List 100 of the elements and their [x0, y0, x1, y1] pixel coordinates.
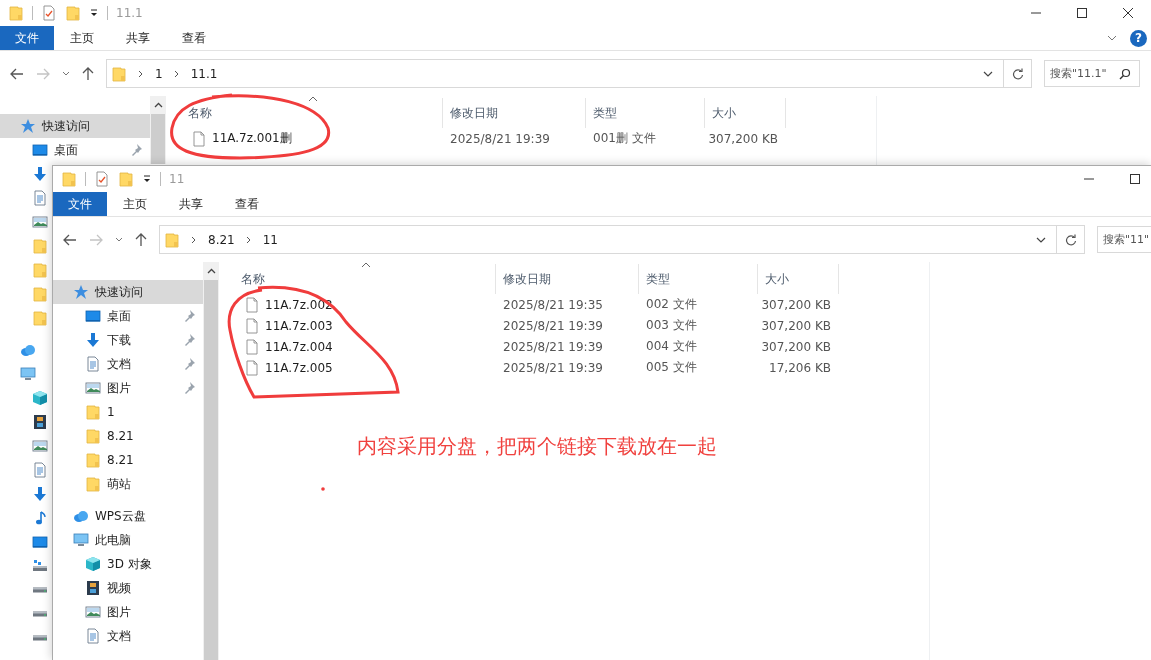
column-header[interactable]: 大小: [765, 270, 789, 288]
ribbon-tab[interactable]: 共享: [110, 26, 166, 50]
scroll-up-icon[interactable]: [206, 268, 216, 274]
breadcrumb[interactable]: 8.21: [208, 232, 235, 247]
dropdown-icon[interactable]: [89, 8, 99, 18]
sidebar-item[interactable]: 桌面: [53, 304, 203, 328]
column-header[interactable]: 类型: [593, 104, 617, 122]
folder-icon: [85, 404, 101, 420]
close-icon[interactable]: [1122, 7, 1134, 19]
column-header[interactable]: 类型: [646, 270, 670, 288]
folder-icon: [32, 286, 48, 302]
sidebar-item[interactable]: WPS云盘: [53, 504, 203, 528]
drive-icon: [32, 611, 48, 617]
type-cell-text: 003 文件: [645, 317, 698, 334]
sidebar-item[interactable]: 图片: [53, 376, 203, 400]
back-arrow-icon[interactable]: [63, 233, 77, 246]
folder-icon: [164, 231, 180, 248]
sidebar-item[interactable]: 此电脑: [53, 528, 203, 552]
window-title: 11: [169, 172, 185, 186]
sidebar-item[interactable]: 桌面: [0, 138, 150, 162]
sidebar-item[interactable]: 萌站: [53, 472, 203, 496]
sidebar-item[interactable]: 文档: [53, 624, 203, 648]
maximize-icon[interactable]: [1129, 173, 1141, 185]
ribbon-tab[interactable]: 文件: [53, 192, 107, 216]
dropdown-icon[interactable]: [142, 174, 152, 184]
scrollbar[interactable]: [150, 96, 166, 164]
column-header[interactable]: 名称: [188, 104, 212, 122]
file-icon: [244, 296, 260, 313]
breadcrumb[interactable]: 1: [155, 66, 163, 81]
down-arrow-icon: [32, 486, 48, 502]
folder-icon: [111, 65, 127, 82]
cube-icon: [32, 390, 48, 406]
sidebar-item[interactable]: 快速访问: [53, 280, 203, 304]
type-cell-text: 001删 文件: [592, 130, 657, 147]
sort-icon[interactable]: [308, 96, 318, 102]
refresh-icon[interactable]: [1011, 67, 1024, 80]
network-drive-icon: [32, 558, 48, 574]
refresh-icon[interactable]: [1064, 233, 1077, 246]
sidebar-item[interactable]: 快速访问: [0, 114, 150, 138]
date-cell-text: 2025/8/21 19:39: [502, 360, 604, 375]
ribbon-tab[interactable]: 主页: [54, 26, 110, 50]
date-cell-text: 2025/8/21 19:35: [502, 297, 604, 312]
folder-icon: [32, 310, 48, 326]
sidebar-item[interactable]: 视频: [53, 576, 203, 600]
ribbon-tab[interactable]: 查看: [219, 192, 275, 216]
sidebar-item[interactable]: 8.21: [53, 448, 203, 472]
chevron-down-icon[interactable]: [115, 236, 123, 243]
sidebar-item[interactable]: 8.21: [53, 424, 203, 448]
help-button[interactable]: ?: [1130, 29, 1147, 47]
chevron-icon: [244, 235, 253, 244]
up-arrow-icon[interactable]: [82, 66, 94, 81]
folder-icon: [85, 476, 101, 492]
cube-icon: [85, 556, 101, 572]
column-header[interactable]: 大小: [712, 104, 736, 122]
ribbon-tab[interactable]: 查看: [166, 26, 222, 50]
chevron-down-icon[interactable]: [62, 70, 70, 77]
file-name[interactable]: 11A.7z.005: [265, 360, 333, 375]
annotation-dot: [321, 487, 325, 491]
file-icon: [191, 130, 207, 147]
search-icon[interactable]: [1119, 67, 1131, 80]
chevron-down-icon[interactable]: [983, 70, 993, 77]
ribbon-tab[interactable]: 文件: [0, 26, 54, 50]
column-header[interactable]: 名称: [241, 270, 265, 288]
folder-icon: [118, 171, 134, 187]
drive-icon: [32, 635, 48, 641]
date-cell-text: 2025/8/21 19:39: [502, 339, 604, 354]
search-field[interactable]: 搜索"11.1": [1044, 60, 1140, 87]
chevron-down-icon[interactable]: [1036, 236, 1046, 243]
maximize-icon[interactable]: [1076, 7, 1088, 19]
picture-icon: [32, 438, 48, 454]
file-name[interactable]: 11A.7z.001删: [212, 130, 292, 147]
ribbon-tab[interactable]: 主页: [107, 192, 163, 216]
chevron-icon: [190, 235, 198, 244]
file-name[interactable]: 11A.7z.003: [265, 318, 333, 333]
breadcrumb[interactable]: 11: [262, 232, 278, 247]
file-name[interactable]: 11A.7z.004: [265, 339, 333, 354]
annotation-text: 内容采用分盘，把两个链接下载放在一起: [357, 433, 717, 460]
sort-icon[interactable]: [361, 262, 371, 268]
computer-icon: [73, 532, 89, 548]
drive-icon: [32, 587, 48, 593]
star-icon: [20, 118, 36, 134]
column-header[interactable]: 修改日期: [450, 104, 498, 122]
sidebar-item[interactable]: 文档: [53, 352, 203, 376]
type-cell-text: 002 文件: [645, 296, 698, 313]
up-arrow-icon[interactable]: [135, 232, 147, 247]
sidebar-item[interactable]: 下载: [53, 328, 203, 352]
column-header[interactable]: 修改日期: [503, 270, 551, 288]
folder-icon: [65, 5, 81, 21]
sidebar-item[interactable]: 3D 对象: [53, 552, 203, 576]
sidebar-item[interactable]: 1: [53, 400, 203, 424]
search-field[interactable]: 搜索"11": [1097, 226, 1151, 253]
picture-icon: [85, 604, 101, 620]
back-arrow-icon[interactable]: [10, 67, 24, 80]
ribbon-tab[interactable]: 共享: [163, 192, 219, 216]
document-icon: [85, 356, 101, 372]
document-icon: [32, 190, 48, 206]
scroll-up-icon[interactable]: [153, 102, 163, 108]
scrollbar[interactable]: [203, 262, 219, 660]
breadcrumb[interactable]: 11.1: [190, 66, 218, 81]
sidebar-item[interactable]: 图片: [53, 600, 203, 624]
